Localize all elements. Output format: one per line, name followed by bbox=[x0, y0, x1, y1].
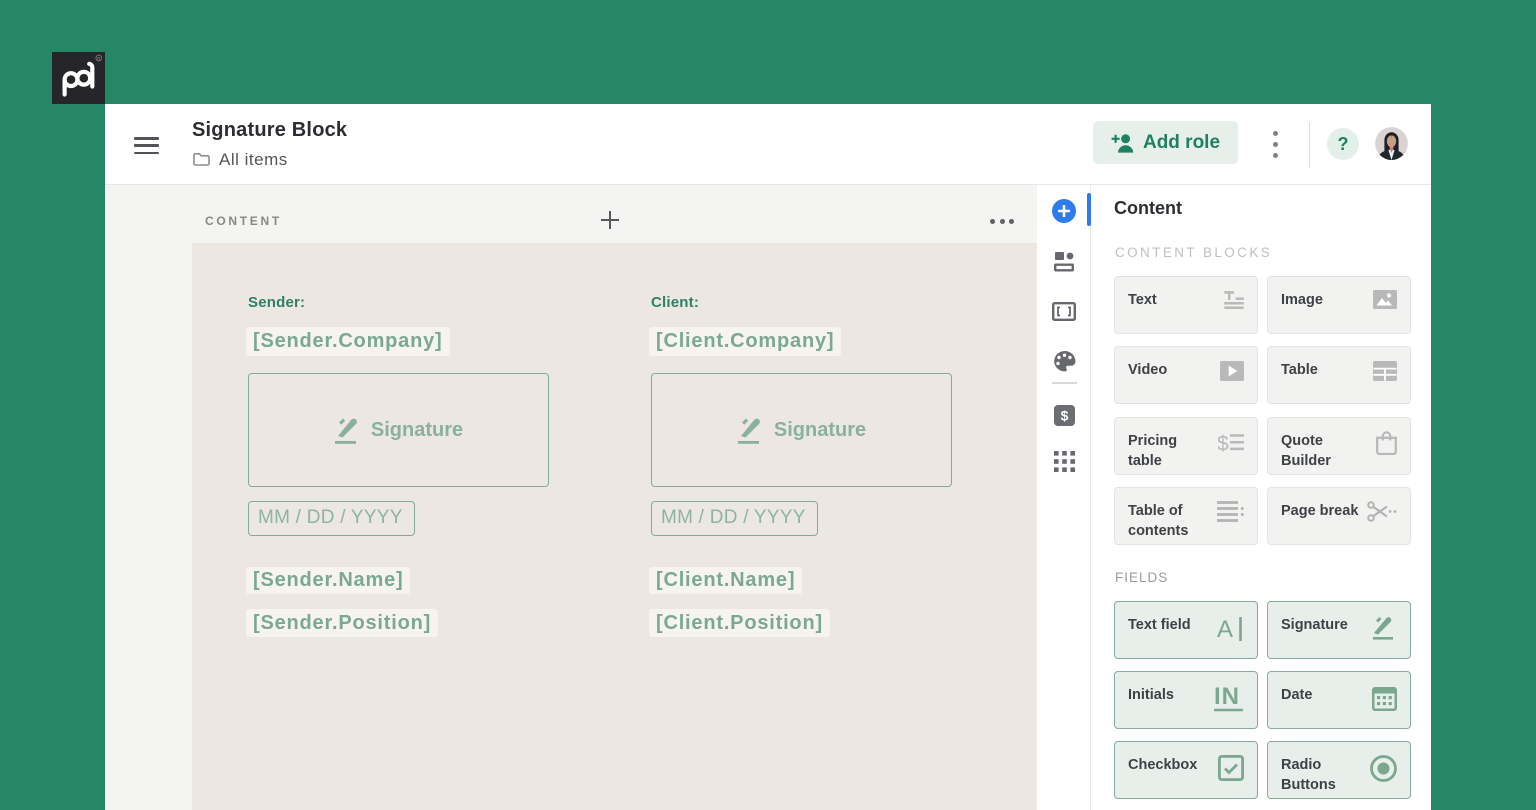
svg-text:$: $ bbox=[1060, 408, 1068, 424]
svg-text:A: A bbox=[1217, 616, 1233, 642]
svg-text:$: $ bbox=[1218, 433, 1229, 455]
svg-text:IN: IN bbox=[1214, 685, 1240, 710]
